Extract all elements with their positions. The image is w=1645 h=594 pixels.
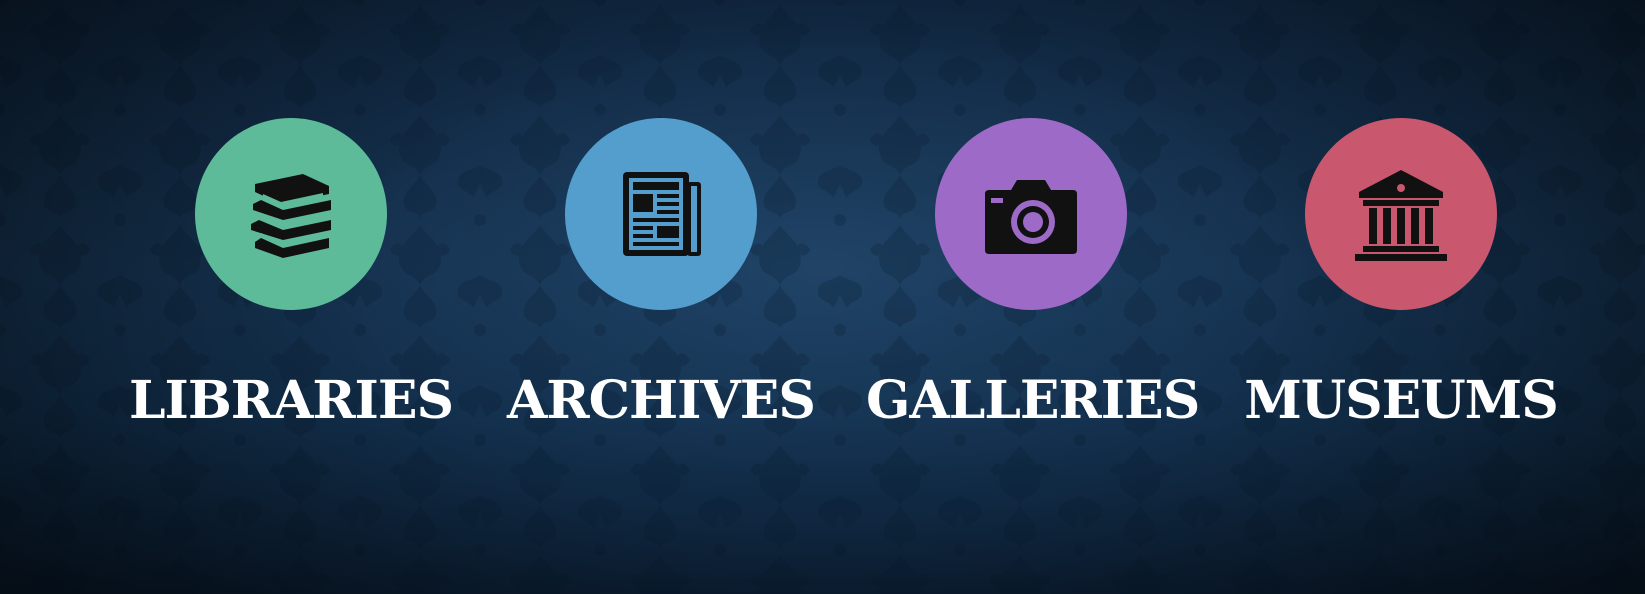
item-galleries: GALLERIES [866,0,1200,594]
galleries-label: GALLERIES [866,370,1200,431]
museum-icon [1355,170,1447,261]
libraries-circle [195,118,387,310]
museums-circle [1305,118,1497,310]
camera-icon [985,180,1077,254]
museums-label: MUSEUMS [1244,370,1559,431]
galleries-circle [935,118,1127,310]
archives-label: ARCHIVES [507,370,816,431]
item-libraries: LIBRARIES [126,0,456,594]
books-icon [251,174,331,258]
libraries-label: LIBRARIES [128,370,454,431]
newspaper-icon [623,172,701,256]
archives-circle [565,118,757,310]
item-museums: MUSEUMS [1236,0,1566,594]
item-archives: ARCHIVES [496,0,826,594]
slide: LIBRARIES ARCHIVES GALLERIES MUSEUMS [0,0,1645,594]
